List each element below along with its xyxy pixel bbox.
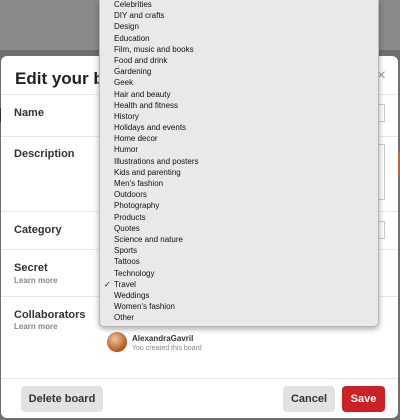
- checkmark-icon: ✓: [104, 279, 111, 289]
- category-option-label: Education: [114, 33, 150, 43]
- category-option-label: Celebrities: [114, 0, 152, 9]
- category-option[interactable]: DIY and crafts: [100, 10, 378, 21]
- category-option[interactable]: Hair and beauty: [100, 89, 378, 100]
- category-option-label: Travel: [114, 279, 136, 289]
- category-option-label: Tattoos: [114, 257, 140, 267]
- category-option-label: Food and drink: [114, 55, 168, 65]
- collaborators-learn-more-link[interactable]: Learn more: [14, 322, 58, 331]
- category-option-label: Photography: [114, 201, 160, 211]
- category-option-label: Men's fashion: [114, 179, 164, 188]
- category-option[interactable]: Kids and parenting: [100, 167, 378, 178]
- category-option-label: Hair and beauty: [114, 89, 171, 99]
- name-label: Name: [14, 107, 44, 119]
- category-option[interactable]: Tattoos: [100, 256, 378, 267]
- collaborators-label: Collaborators: [14, 309, 86, 321]
- category-dropdown-menu: Celebrities DIY and crafts Design Education…: [99, 0, 379, 327]
- cancel-button[interactable]: Cancel: [283, 386, 335, 412]
- category-option[interactable]: Humor: [100, 144, 378, 155]
- category-option[interactable]: ✓ Travel: [100, 279, 378, 290]
- category-option-label: Quotes: [114, 223, 140, 233]
- category-option[interactable]: Products: [100, 212, 378, 223]
- divider: [1, 378, 398, 379]
- category-option[interactable]: Women's fashion: [100, 301, 378, 312]
- category-option[interactable]: Outdoors: [100, 189, 378, 200]
- category-option-label: Holidays and events: [114, 123, 187, 133]
- category-option[interactable]: Sports: [100, 245, 378, 256]
- category-option[interactable]: Science and nature: [100, 234, 378, 245]
- category-option-label: Design: [114, 22, 139, 32]
- avatar: [107, 332, 127, 352]
- category-option-label: History: [114, 111, 139, 121]
- category-option-label: Health and fitness: [114, 100, 179, 110]
- category-option[interactable]: Food and drink: [100, 55, 378, 66]
- category-option-label: Science and nature: [114, 234, 183, 244]
- category-option[interactable]: Gardening: [100, 66, 378, 77]
- category-option-label: Gardening: [114, 67, 152, 77]
- category-option-label: Humor: [114, 145, 139, 155]
- description-label: Description: [14, 148, 75, 160]
- category-option[interactable]: Health and fitness: [100, 100, 378, 111]
- category-option[interactable]: Illustrations and posters: [100, 156, 378, 167]
- category-option[interactable]: Design: [100, 21, 378, 32]
- secret-learn-more-link[interactable]: Learn more: [14, 276, 58, 285]
- category-option[interactable]: Film, music and books: [100, 44, 378, 55]
- category-option-label: Products: [114, 212, 146, 222]
- category-label: Category: [14, 224, 62, 236]
- secret-label: Secret: [14, 262, 48, 274]
- owner-name: AlexandraGavril: [132, 334, 194, 343]
- category-option-label: Weddings: [114, 290, 150, 300]
- save-button[interactable]: Save: [342, 386, 385, 412]
- category-option[interactable]: Technology: [100, 268, 378, 279]
- category-option[interactable]: Holidays and events: [100, 122, 378, 133]
- category-option[interactable]: Education: [100, 33, 378, 44]
- category-option[interactable]: Men's fashion: [100, 178, 378, 189]
- category-option[interactable]: History: [100, 111, 378, 122]
- category-option-label: Women's fashion: [114, 302, 175, 312]
- category-option-label: Technology: [114, 268, 155, 278]
- category-option-label: Illustrations and posters: [114, 156, 199, 166]
- category-option[interactable]: Geek: [100, 77, 378, 88]
- category-option[interactable]: Celebrities: [100, 0, 378, 10]
- delete-board-button[interactable]: Delete board: [21, 386, 103, 412]
- category-option-label: Sports: [114, 246, 138, 256]
- owner-subtitle: You created this board: [132, 345, 202, 352]
- category-option-label: DIY and crafts: [114, 11, 165, 21]
- category-option[interactable]: Photography: [100, 200, 378, 211]
- category-option-label: Film, music and books: [114, 44, 194, 54]
- category-option-label: Other: [114, 313, 135, 323]
- category-option[interactable]: Weddings: [100, 290, 378, 301]
- category-option[interactable]: Other: [100, 312, 378, 323]
- category-option-label: Geek: [114, 78, 134, 88]
- category-option[interactable]: Home decor: [100, 133, 378, 144]
- category-option-label: Home decor: [114, 134, 158, 144]
- category-option-list: Celebrities DIY and crafts Design Education…: [100, 0, 378, 323]
- category-option-label: Kids and parenting: [114, 167, 181, 177]
- category-option[interactable]: Quotes: [100, 223, 378, 234]
- category-option-label: Outdoors: [114, 190, 147, 200]
